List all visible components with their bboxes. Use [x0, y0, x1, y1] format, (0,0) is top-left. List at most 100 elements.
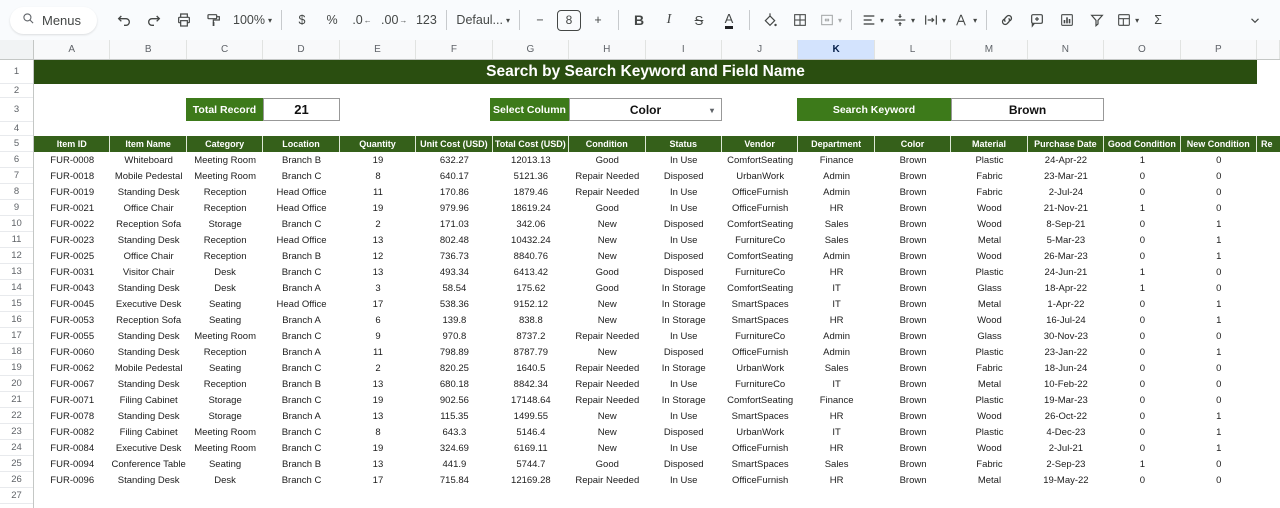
table-cell[interactable]: Brown [875, 328, 951, 344]
table-cell[interactable]: Standing Desk [110, 344, 186, 360]
table-cell[interactable]: 0 [1104, 312, 1180, 328]
table-cell[interactable]: 1 [1181, 248, 1257, 264]
table-cell[interactable]: Plastic [951, 344, 1027, 360]
table-cell[interactable]: 643.3 [416, 424, 492, 440]
bold-button[interactable]: B [624, 7, 654, 33]
table-cell[interactable]: 30-Nov-23 [1028, 328, 1104, 344]
table-cell[interactable]: Branch A [263, 280, 339, 296]
table-cell[interactable]: 6413.42 [493, 264, 569, 280]
table-cell[interactable]: Wood [951, 200, 1027, 216]
table-cell[interactable]: FUR-0018 [34, 168, 110, 184]
table-cell[interactable]: 0 [1181, 472, 1257, 488]
table-cell[interactable]: Reception [187, 344, 263, 360]
table-cell[interactable]: Executive Desk [110, 296, 186, 312]
table-cell[interactable]: Branch C [263, 328, 339, 344]
table-cell[interactable]: 16-Jul-24 [1028, 312, 1104, 328]
column-header-partial[interactable] [1257, 40, 1280, 59]
table-cell[interactable]: Branch C [263, 440, 339, 456]
table-header-item-name[interactable]: Item Name [110, 136, 186, 152]
table-cell[interactable]: Disposed [646, 344, 722, 360]
table-cell[interactable]: 24-Apr-22 [1028, 152, 1104, 168]
table-cell[interactable]: FurnitureCo [722, 264, 798, 280]
column-header-K[interactable]: K [798, 40, 874, 59]
table-cell[interactable]: 0 [1104, 408, 1180, 424]
increase-decimal-button[interactable]: .00→ [377, 7, 411, 33]
table-cell[interactable]: In Use [646, 200, 722, 216]
table-cell[interactable]: Branch B [263, 152, 339, 168]
table-cell[interactable]: HR [798, 312, 874, 328]
column-header-N[interactable]: N [1028, 40, 1104, 59]
table-cell[interactable]: 1 [1181, 296, 1257, 312]
menus-search[interactable]: Menus [10, 7, 97, 34]
table-cell[interactable]: Seating [187, 360, 263, 376]
table-header-status[interactable]: Status [646, 136, 722, 152]
row-number-17[interactable]: 17 [0, 328, 33, 344]
table-cell[interactable]: Admin [798, 344, 874, 360]
table-cell[interactable]: In Use [646, 408, 722, 424]
table-cell[interactable]: 12013.13 [493, 152, 569, 168]
table-cell[interactable]: Repair Needed [569, 360, 645, 376]
column-header-J[interactable]: J [722, 40, 798, 59]
table-cell[interactable]: Head Office [263, 232, 339, 248]
table-cell[interactable]: Sales [798, 456, 874, 472]
table-cell[interactable]: FUR-0031 [34, 264, 110, 280]
table-cell[interactable]: 115.35 [416, 408, 492, 424]
table-cell[interactable]: 19 [340, 440, 416, 456]
table-cell[interactable]: 715.84 [416, 472, 492, 488]
row-number-21[interactable]: 21 [0, 392, 33, 408]
increase-font-size-button[interactable]: + [583, 7, 613, 33]
table-cell[interactable]: 1640.5 [493, 360, 569, 376]
row-number-14[interactable]: 14 [0, 280, 33, 296]
table-cell[interactable]: In Storage [646, 312, 722, 328]
italic-button[interactable]: I [654, 7, 684, 33]
table-cell[interactable]: 0 [1104, 360, 1180, 376]
font-size-input[interactable]: 8 [557, 10, 581, 31]
table-cell[interactable]: In Use [646, 232, 722, 248]
table-cell[interactable]: Repair Needed [569, 328, 645, 344]
table-cell[interactable]: Branch A [263, 408, 339, 424]
table-cell[interactable]: 0 [1181, 184, 1257, 200]
table-cell[interactable]: Wood [951, 216, 1027, 232]
table-cell[interactable]: Sales [798, 360, 874, 376]
table-cell[interactable]: In Use [646, 376, 722, 392]
table-cell[interactable]: 17 [340, 296, 416, 312]
table-cell[interactable]: 1 [1104, 152, 1180, 168]
table-cell[interactable]: HR [798, 408, 874, 424]
table-cell[interactable]: Office Chair [110, 248, 186, 264]
table-cell[interactable]: FUR-0071 [34, 392, 110, 408]
table-cell[interactable]: ComfortSeating [722, 280, 798, 296]
table-cell[interactable]: Reception [187, 184, 263, 200]
table-cell[interactable]: 0 [1181, 376, 1257, 392]
row-number-23[interactable]: 23 [0, 424, 33, 440]
table-cell[interactable]: IT [798, 376, 874, 392]
table-cell[interactable]: 21-Nov-21 [1028, 200, 1104, 216]
undo-button[interactable] [109, 7, 139, 33]
table-cell[interactable]: 19-Mar-23 [1028, 392, 1104, 408]
table-cell[interactable]: Repair Needed [569, 184, 645, 200]
table-cell[interactable]: Branch A [263, 312, 339, 328]
table-cell[interactable]: 1 [1181, 440, 1257, 456]
table-cell[interactable]: New [569, 408, 645, 424]
table-cell[interactable]: Brown [875, 408, 951, 424]
table-cell[interactable]: SmartSpaces [722, 456, 798, 472]
table-cell[interactable]: 1 [1181, 232, 1257, 248]
table-cell[interactable]: 493.34 [416, 264, 492, 280]
table-cell[interactable]: 170.86 [416, 184, 492, 200]
table-cell[interactable]: 0 [1181, 360, 1257, 376]
table-cell[interactable]: 0 [1104, 296, 1180, 312]
table-cell[interactable]: New [569, 344, 645, 360]
paint-format-button[interactable] [199, 7, 229, 33]
table-cell[interactable]: 0 [1104, 168, 1180, 184]
table-cell[interactable]: 0 [1104, 184, 1180, 200]
table-cell[interactable]: HR [798, 472, 874, 488]
table-cell[interactable]: 538.36 [416, 296, 492, 312]
table-cell[interactable]: Finance [798, 392, 874, 408]
table-cell[interactable]: 0 [1181, 152, 1257, 168]
table-header-new-condition[interactable]: New Condition [1181, 136, 1257, 152]
table-cell[interactable]: 3 [340, 280, 416, 296]
table-cell[interactable]: Plastic [951, 392, 1027, 408]
table-cell[interactable]: In Storage [646, 392, 722, 408]
table-cell[interactable]: Fabric [951, 184, 1027, 200]
table-cell[interactable]: Brown [875, 296, 951, 312]
table-cell[interactable]: 11 [340, 184, 416, 200]
